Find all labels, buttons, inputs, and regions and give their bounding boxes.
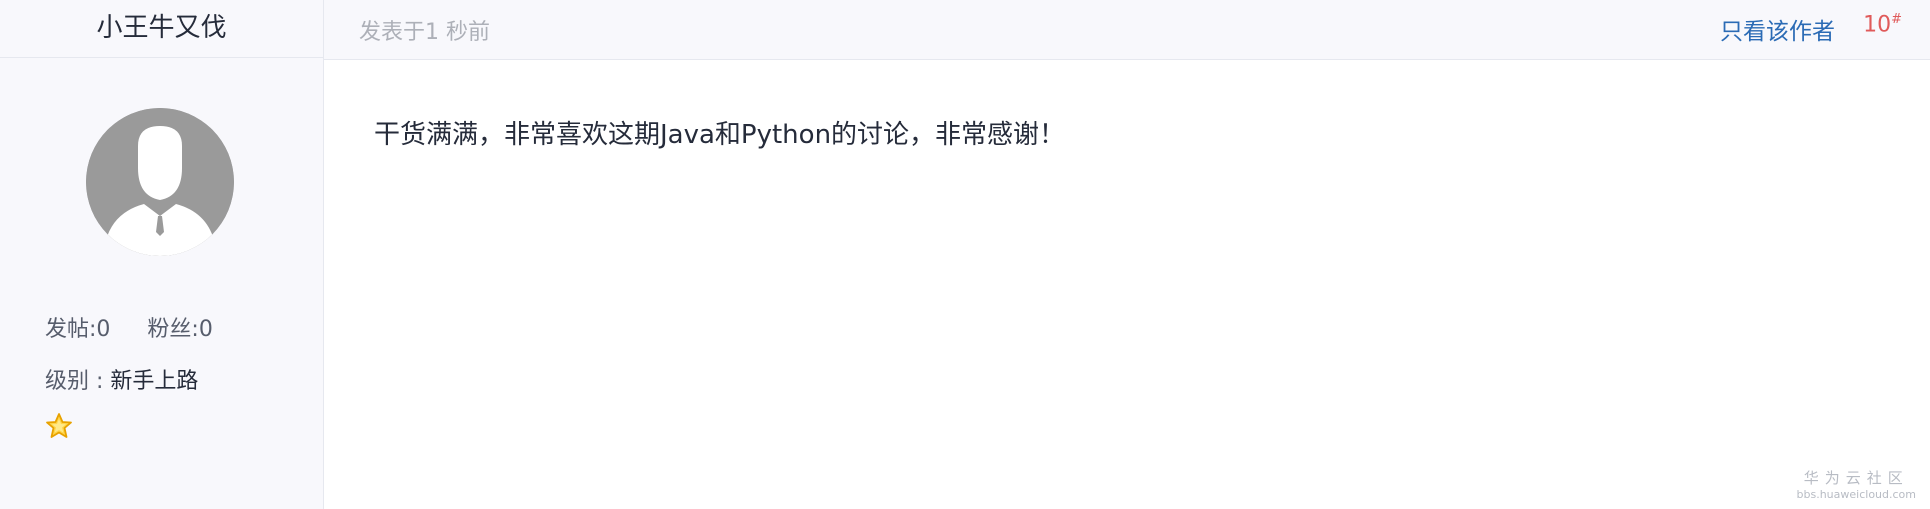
author-level: 级别 : 新手上路 bbox=[45, 363, 198, 395]
author-name-link[interactable]: 小王牛又伐 bbox=[0, 0, 323, 58]
posts-count: 发帖:0 bbox=[45, 317, 111, 342]
forum-reply: 小王牛又伐 发帖:0 粉丝:0 级别 : 新手上路 发表于1 秒前 只看该作者 … bbox=[0, 0, 1930, 509]
level-value: 新手上路 bbox=[110, 369, 199, 394]
watermark-title: 华为云社区 bbox=[1803, 469, 1909, 487]
watermark-url: bbs.huaweicloud.com bbox=[1796, 488, 1916, 501]
floor-number-value: 10 bbox=[1863, 12, 1892, 38]
only-author-link[interactable]: 只看该作者 bbox=[1720, 12, 1835, 46]
post-main: 发表于1 秒前 只看该作者 10# 干货满满，非常喜欢这期Java和Python… bbox=[324, 0, 1930, 509]
floor-number: 10# bbox=[1863, 12, 1902, 37]
default-user-avatar-icon[interactable] bbox=[86, 108, 234, 256]
post-header: 发表于1 秒前 只看该作者 10# bbox=[324, 0, 1930, 60]
fans-count: 粉丝:0 bbox=[147, 317, 213, 342]
author-sidebar: 小王牛又伐 发帖:0 粉丝:0 级别 : 新手上路 bbox=[0, 0, 324, 509]
post-time: 发表于1 秒前 bbox=[359, 20, 490, 45]
level-label: 级别 : bbox=[45, 369, 111, 394]
floor-mark: # bbox=[1891, 12, 1902, 27]
star-icon bbox=[45, 412, 73, 440]
author-stats: 发帖:0 粉丝:0 bbox=[45, 311, 243, 343]
watermark: 华为云社区 bbs.huaweicloud.com bbox=[1797, 467, 1916, 501]
post-content: 干货满满，非常喜欢这期Java和Python的讨论，非常感谢！ bbox=[374, 120, 1066, 150]
